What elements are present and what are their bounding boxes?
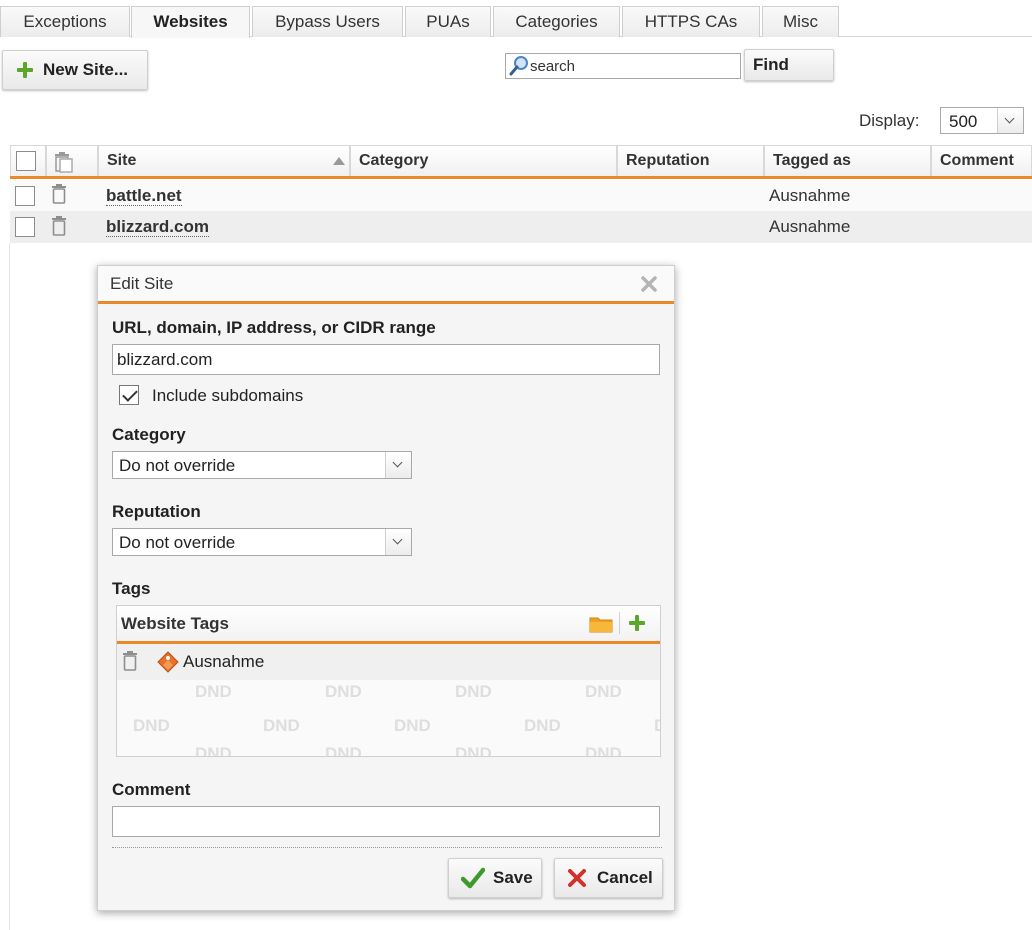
- find-button[interactable]: Find: [744, 49, 834, 81]
- close-icon[interactable]: [640, 275, 658, 293]
- header-site-label: Site: [107, 152, 137, 169]
- display-count-value: 500: [949, 112, 978, 131]
- tags-label: Tags: [112, 579, 151, 598]
- dnd-watermark: DND: [524, 716, 561, 735]
- plus-icon: [17, 62, 33, 78]
- trash-multiple-icon[interactable]: [53, 151, 75, 173]
- row-site[interactable]: battle.net: [106, 180, 182, 212]
- row-checkbox[interactable]: [15, 217, 35, 237]
- display-label: Display:: [859, 111, 920, 130]
- select-all-checkbox[interactable]: [16, 151, 36, 171]
- tab-bar: Exceptions Websites Bypass Users PUAs Ca…: [0, 0, 1032, 38]
- header-category[interactable]: Category: [350, 145, 617, 176]
- cancel-x-icon: [568, 869, 586, 887]
- trash-icon[interactable]: [52, 216, 66, 236]
- reputation-select[interactable]: Do not override: [112, 528, 412, 556]
- tab-misc[interactable]: Misc: [762, 6, 839, 37]
- header-site[interactable]: Site: [98, 145, 350, 176]
- dialog-title: Edit Site: [110, 274, 174, 293]
- dnd-watermark: DND: [263, 716, 300, 735]
- tag-icon: [157, 651, 179, 673]
- sort-ascending-icon: [333, 157, 345, 165]
- save-label: Save: [493, 868, 533, 887]
- tab-https-cas[interactable]: HTTPS CAs: [622, 6, 760, 37]
- dnd-watermark: DND: [195, 744, 232, 757]
- folder-icon[interactable]: [589, 614, 613, 634]
- dnd-watermark: DND: [455, 682, 492, 701]
- dnd-watermark: DND: [585, 744, 622, 757]
- tags-panel-header: Website Tags: [117, 606, 660, 644]
- chevron-down-icon[interactable]: [385, 529, 411, 555]
- reputation-value: Do not override: [119, 533, 236, 552]
- search-input[interactable]: [530, 56, 735, 76]
- new-site-label: New Site...: [43, 60, 129, 79]
- header-reputation[interactable]: Reputation: [617, 145, 764, 176]
- tag-item[interactable]: Ausnahme: [117, 644, 660, 680]
- header-delete-cell: [46, 145, 98, 176]
- cancel-label: Cancel: [597, 868, 653, 887]
- dnd-watermark: DND: [195, 682, 232, 701]
- new-site-button[interactable]: New Site...: [2, 50, 148, 90]
- dnd-watermark: DND: [455, 744, 492, 757]
- row-tagged-as: Ausnahme: [769, 186, 851, 205]
- tab-puas[interactable]: PUAs: [405, 6, 491, 37]
- row-checkbox[interactable]: [15, 186, 35, 206]
- comment-input[interactable]: [112, 806, 660, 837]
- comment-label: Comment: [112, 780, 191, 799]
- site-link[interactable]: battle.net: [106, 187, 182, 206]
- chevron-down-icon[interactable]: [385, 452, 411, 478]
- include-subdomains-checkbox[interactable]: [119, 385, 139, 405]
- tab-exceptions[interactable]: Exceptions: [0, 6, 130, 37]
- checkmark-icon: [461, 867, 485, 889]
- header-select-cell: [10, 145, 46, 176]
- find-label: Find: [753, 55, 789, 74]
- tab-websites[interactable]: Websites: [131, 6, 250, 38]
- table-border: [9, 243, 10, 930]
- category-value: Do not override: [119, 456, 236, 475]
- dialog-separator: [112, 847, 662, 848]
- display-count-select[interactable]: 500: [940, 107, 1024, 134]
- tags-panel-title: Website Tags: [121, 614, 230, 633]
- category-select[interactable]: Do not override: [112, 451, 412, 479]
- chevron-down-icon[interactable]: [997, 108, 1023, 133]
- search-icon: [509, 56, 528, 76]
- dnd-watermark: DND: [394, 716, 431, 735]
- table-header: Site Category Reputation Tagged as Comme…: [10, 145, 1032, 179]
- table-row[interactable]: battle.net Ausnahme: [10, 180, 1032, 212]
- save-button[interactable]: Save: [448, 858, 542, 898]
- trash-icon[interactable]: [52, 184, 66, 204]
- row-tagged-as: Ausnahme: [769, 217, 851, 236]
- category-label: Category: [112, 425, 186, 444]
- edit-site-dialog: Edit Site URL, domain, IP address, or CI…: [97, 265, 675, 911]
- include-subdomains-label: Include subdomains: [152, 386, 304, 405]
- search-field[interactable]: [505, 53, 741, 79]
- table-row[interactable]: blizzard.com Ausnahme: [10, 211, 1032, 243]
- header-tagged-as[interactable]: Tagged as: [764, 145, 931, 176]
- cancel-button[interactable]: Cancel: [554, 858, 663, 898]
- dnd-watermark: DND: [325, 682, 362, 701]
- tab-categories[interactable]: Categories: [493, 6, 620, 37]
- add-tag-icon[interactable]: [629, 615, 645, 631]
- url-label: URL, domain, IP address, or CIDR range: [112, 318, 436, 337]
- dnd-watermark: DND: [654, 716, 660, 736]
- header-divider: [619, 612, 620, 634]
- reputation-label: Reputation: [112, 502, 201, 521]
- tab-bypass-users[interactable]: Bypass Users: [252, 6, 403, 37]
- dialog-header[interactable]: Edit Site: [98, 266, 674, 304]
- site-link[interactable]: blizzard.com: [106, 218, 209, 237]
- trash-icon[interactable]: [123, 651, 137, 671]
- row-site[interactable]: blizzard.com: [106, 211, 209, 243]
- website-tags-panel: Website Tags Ausnahme DND DND DND DND DN…: [116, 605, 661, 757]
- tag-name: Ausnahme: [183, 652, 265, 671]
- header-comment[interactable]: Comment: [931, 145, 1032, 176]
- dnd-watermark: DND: [585, 682, 622, 701]
- url-input[interactable]: [112, 344, 660, 375]
- dnd-watermark: DND: [133, 716, 170, 735]
- dnd-watermark: DND: [325, 744, 362, 757]
